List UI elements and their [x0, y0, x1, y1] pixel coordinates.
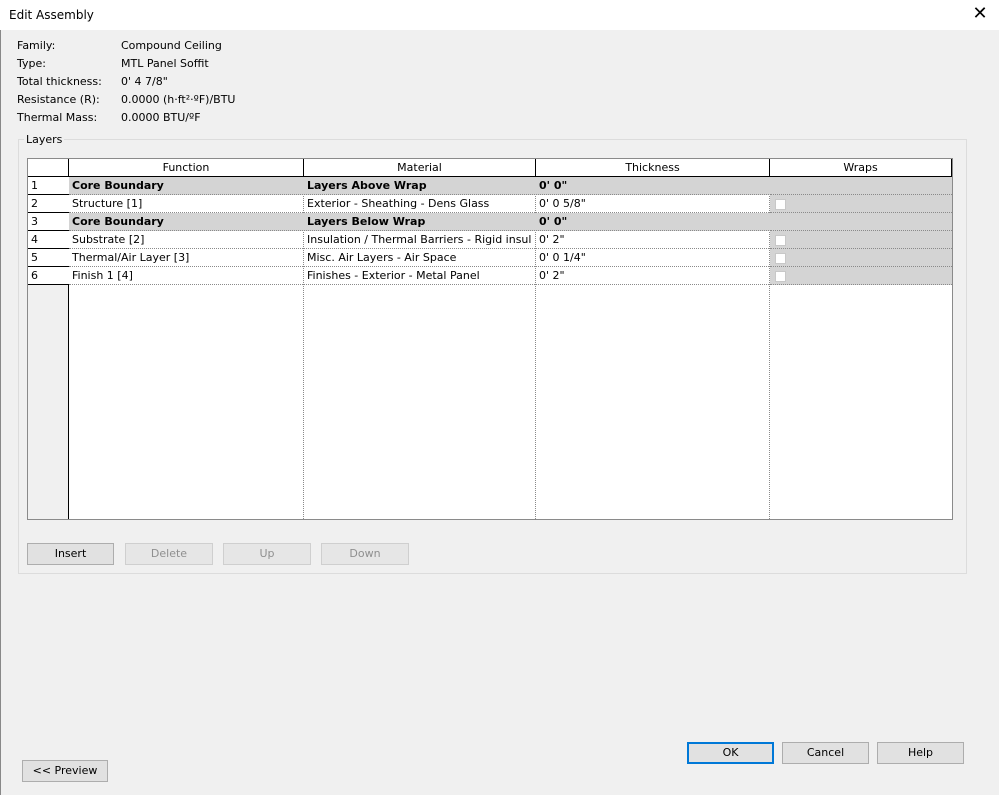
column-header-material[interactable]: Material [304, 159, 536, 177]
thickness-cell[interactable]: 0' 0" [536, 177, 769, 195]
property-label: Thermal Mass: [17, 111, 98, 124]
column-header-function[interactable]: Function [69, 159, 304, 177]
property-value: Compound Ceiling [121, 39, 222, 52]
function-cell[interactable]: Substrate [2] [69, 231, 303, 249]
down-button[interactable]: Down [321, 543, 409, 565]
function-cell[interactable]: Finish 1 [4] [69, 267, 303, 285]
table-row[interactable]: Structure [1] Exterior - Sheathing - Den… [69, 195, 952, 213]
function-cell[interactable]: Core Boundary [69, 177, 303, 195]
wraps-checkbox[interactable] [775, 271, 786, 282]
row-number[interactable]: 4 [28, 231, 69, 249]
table-row[interactable]: Thermal/Air Layer [3] Misc. Air Layers -… [69, 249, 952, 267]
wraps-cell [770, 249, 952, 267]
close-icon[interactable]: ✕ [969, 3, 991, 25]
row-number[interactable]: 3 [28, 213, 69, 231]
preview-button[interactable]: << Preview [22, 760, 108, 782]
title-bar: Edit Assembly ✕ [0, 0, 999, 30]
table-row[interactable]: Core Boundary Layers Above Wrap 0' 0" [69, 177, 952, 195]
property-label: Family: [17, 39, 56, 52]
property-value: 0' 4 7/8" [121, 75, 168, 88]
function-cell[interactable]: Thermal/Air Layer [3] [69, 249, 303, 267]
material-cell[interactable]: Misc. Air Layers - Air Space [304, 249, 535, 267]
property-value: 0.0000 BTU/ºF [121, 111, 201, 124]
property-value: 0.0000 (h·ft²·ºF)/BTU [121, 93, 236, 106]
row-number[interactable]: 6 [28, 267, 69, 285]
delete-button[interactable]: Delete [125, 543, 213, 565]
table-row[interactable]: Finish 1 [4] Finishes - Exterior - Metal… [69, 267, 952, 285]
wraps-cell [770, 195, 952, 213]
insert-button[interactable]: Insert [27, 543, 114, 565]
function-cell[interactable]: Structure [1] [69, 195, 303, 213]
wraps-cell [770, 213, 952, 231]
property-value: MTL Panel Soffit [121, 57, 209, 70]
thickness-cell[interactable]: 0' 0" [536, 213, 769, 231]
material-cell[interactable]: Insulation / Thermal Barriers - Rigid in… [304, 231, 535, 249]
wraps-cell [770, 267, 952, 285]
material-cell[interactable]: Layers Below Wrap [304, 213, 535, 231]
column-header-thickness[interactable]: Thickness [536, 159, 770, 177]
wraps-cell [770, 231, 952, 249]
row-number[interactable]: 2 [28, 195, 69, 213]
help-button[interactable]: Help [877, 742, 964, 764]
window-title: Edit Assembly [9, 8, 94, 22]
table-row[interactable]: Core Boundary Layers Below Wrap 0' 0" [69, 213, 952, 231]
property-label: Total thickness: [17, 75, 102, 88]
wraps-checkbox[interactable] [775, 199, 786, 210]
property-label: Type: [17, 57, 46, 70]
ok-button[interactable]: OK [687, 742, 774, 764]
layers-group-legend: Layers [24, 133, 65, 146]
table-row[interactable]: Substrate [2] Insulation / Thermal Barri… [69, 231, 952, 249]
up-button[interactable]: Up [223, 543, 311, 565]
wraps-checkbox[interactable] [775, 253, 786, 264]
column-header-wraps[interactable]: Wraps [770, 159, 952, 177]
row-number[interactable]: 1 [28, 177, 69, 195]
wraps-cell [770, 177, 952, 195]
thickness-cell[interactable]: 0' 2" [536, 231, 769, 249]
thickness-cell[interactable]: 0' 0 1/4" [536, 249, 769, 267]
thickness-cell[interactable]: 0' 2" [536, 267, 769, 285]
layers-table[interactable]: Function Material Thickness Wraps 1 Core… [27, 158, 953, 520]
wraps-checkbox[interactable] [775, 235, 786, 246]
material-cell[interactable]: Layers Above Wrap [304, 177, 535, 195]
window-edge [0, 30, 1, 795]
cancel-button[interactable]: Cancel [782, 742, 869, 764]
function-cell[interactable]: Core Boundary [69, 213, 303, 231]
material-cell[interactable]: Exterior - Sheathing - Dens Glass [304, 195, 535, 213]
row-number[interactable]: 5 [28, 249, 69, 267]
thickness-cell[interactable]: 0' 0 5/8" [536, 195, 769, 213]
property-label: Resistance (R): [17, 93, 100, 106]
corner-header [28, 159, 69, 177]
material-cell[interactable]: Finishes - Exterior - Metal Panel [304, 267, 535, 285]
